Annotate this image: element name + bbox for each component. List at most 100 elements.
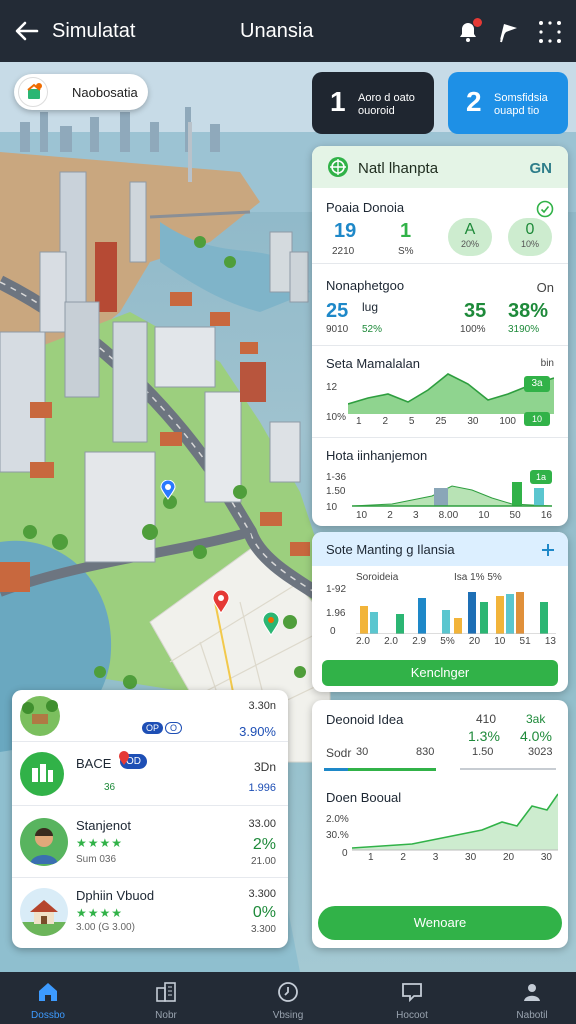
chart-subtitle: Soroideia [356, 572, 399, 583]
list-item[interactable]: BACE OD 36 3Dn 1.996 [12, 742, 288, 806]
axis-label: 30.% [326, 830, 349, 841]
section-title: Poaia Donoia [326, 200, 405, 215]
panel2-header: Sote Manting g Ilansia [312, 532, 568, 566]
list-sub: 36 [104, 782, 116, 793]
list-sub-value: 21.00 [250, 856, 276, 867]
nav-nobr[interactable]: Nobr [118, 972, 214, 1024]
nav-label: Vbsing [272, 1010, 304, 1021]
globe-icon [328, 157, 348, 177]
col2-mid: 4.0% [520, 728, 552, 744]
progress-bar-gray [460, 768, 556, 770]
alert-bell-icon[interactable] [454, 18, 482, 46]
pin-red[interactable] [212, 590, 230, 614]
expand-icon[interactable] [540, 542, 556, 558]
secondary-action-button[interactable]: Wenoare [318, 906, 562, 940]
list-item[interactable]: Dphiin Vbuod ★★★★ 3.00 (G 3.00) 3.300 0%… [12, 878, 288, 948]
stat-tile-2[interactable]: 2 Somsfidsia ouapd tio [448, 72, 568, 134]
metric-value: 25 [326, 300, 349, 322]
mixed-chart [352, 482, 552, 507]
section-seta: Seta Mamalalan bin 12 10% 3a 10 1 2 5 25… [312, 346, 568, 438]
x-axis: 2.0 2.0 2.9 5% 20 10 51 13 [356, 636, 556, 647]
section-title: Nonaphetgoo [326, 278, 405, 293]
row-label: Sodr [326, 746, 352, 760]
nav-hocoot[interactable]: Hocoot [364, 972, 460, 1024]
metric-value: 35 [464, 300, 487, 322]
list-value: 3Dn [253, 760, 276, 774]
business-icon [20, 752, 64, 796]
ideas-panel: Deonoid Idea 410 3ak 1.3% 4.0% Sodr 30 8… [312, 700, 568, 948]
check-icon[interactable] [536, 200, 554, 218]
list-item[interactable]: Stanjenot ★★★★ Sum 036 33.00 2% 21.00 [12, 806, 288, 878]
list-value: 3.300 [248, 888, 276, 900]
list-name: Dphiin Vbuod [76, 888, 155, 903]
x-axis: 1 2 3 30 20 30 [368, 852, 552, 863]
list-percent: 3.90% [239, 724, 276, 739]
metric-value: 19 [334, 220, 357, 242]
axis-label: 0 [330, 626, 336, 637]
col1-top: 410 [476, 712, 497, 726]
primary-action-button[interactable]: Kenclnger [322, 660, 558, 686]
metric-pill[interactable]: 0 10% [508, 218, 552, 256]
axis-label: 1-92 [326, 584, 347, 595]
section-title: Hota iinhanjemon [326, 448, 428, 463]
metric-value: 1 [400, 220, 412, 242]
metric-pill[interactable]: A 20% [448, 218, 492, 256]
nav-nabotil[interactable]: Nabotil [484, 972, 576, 1024]
nav-label: Nabotil [516, 1010, 548, 1021]
home-icon [39, 983, 57, 1001]
rating-stars: ★★★★ [76, 836, 124, 850]
nav-label: Nobr [155, 1010, 177, 1021]
axis-label: 0 [342, 848, 348, 859]
nav-vbsing[interactable]: Vbsing [240, 972, 336, 1024]
nav-dossbo[interactable]: Dossbo [0, 972, 96, 1024]
location-chip[interactable]: Naobosatia [14, 74, 148, 110]
growth-chart [352, 793, 558, 851]
metric-value: 38% [508, 300, 549, 322]
buildings-icon [156, 982, 176, 1002]
metric-sub: 9010 [326, 324, 349, 335]
list-percent: 0% [252, 904, 276, 921]
axis-label: 10% [326, 412, 347, 423]
stat-tile-1[interactable]: 1 Aoro d oato ouoroid [312, 72, 434, 134]
row-value: 30 [356, 746, 369, 758]
nav-label: Hocoot [396, 1010, 428, 1021]
row-value: 830 [416, 746, 435, 758]
avatar [20, 818, 68, 866]
notification-dot [473, 18, 482, 27]
col1-bot: 1.50 [472, 746, 494, 758]
x-axis: 10 2 3 8.00 10 50 16 [356, 510, 552, 521]
more-dots-icon[interactable] [536, 18, 564, 46]
list-value: 33.00 [248, 818, 276, 830]
section-nonaphet: Nonaphetgoo On 25 9010 lug 52% 35 100% 3… [312, 264, 568, 346]
axis-label: 1.96 [326, 608, 346, 619]
axis-label: 12 [326, 382, 338, 393]
pin-blue[interactable] [160, 480, 176, 500]
chart-badge: 1a [530, 470, 552, 484]
panel2-title: Sote Manting g Ilansia [326, 542, 455, 557]
back-arrow-icon[interactable] [12, 16, 42, 46]
page-title: Unansia [240, 20, 314, 42]
list-item[interactable]: OP O 3.30n 3.90% [12, 690, 288, 742]
chart-legend: Isa 1% 5% [454, 572, 502, 583]
chat-icon [402, 983, 422, 1003]
location-list-card: OP O 3.30n 3.90% BACE OD 36 3Dn 1.996 St… [12, 690, 288, 948]
marketing-panel: Sote Manting g Ilansia Soroideia Isa 1% … [312, 532, 568, 692]
stat-tile-text: Aoro d oato ouoroid [358, 92, 415, 117]
list-percent: 2% [252, 836, 276, 853]
axis-label: 10 [326, 502, 338, 513]
stat-tile-number: 1 [330, 86, 346, 117]
pin-green[interactable] [262, 612, 280, 636]
metric-sub: 2210 [332, 246, 355, 257]
flag-icon[interactable] [494, 18, 522, 46]
list-sub-value: 1.996 [248, 782, 276, 794]
panel3-title: Deonoid Idea [326, 712, 404, 727]
list-name: BACE [76, 756, 112, 771]
progress-bar-green [348, 768, 436, 771]
axis-label: 1-36 [326, 472, 347, 483]
clock-icon [278, 982, 298, 1002]
metric-mini: 52% [362, 324, 383, 335]
house-thumbnail-icon [20, 888, 68, 936]
nav-label: Dossbo [31, 1010, 65, 1021]
park-thumbnail-icon [20, 696, 60, 736]
panel-title: Natl lhanpta [358, 160, 439, 177]
